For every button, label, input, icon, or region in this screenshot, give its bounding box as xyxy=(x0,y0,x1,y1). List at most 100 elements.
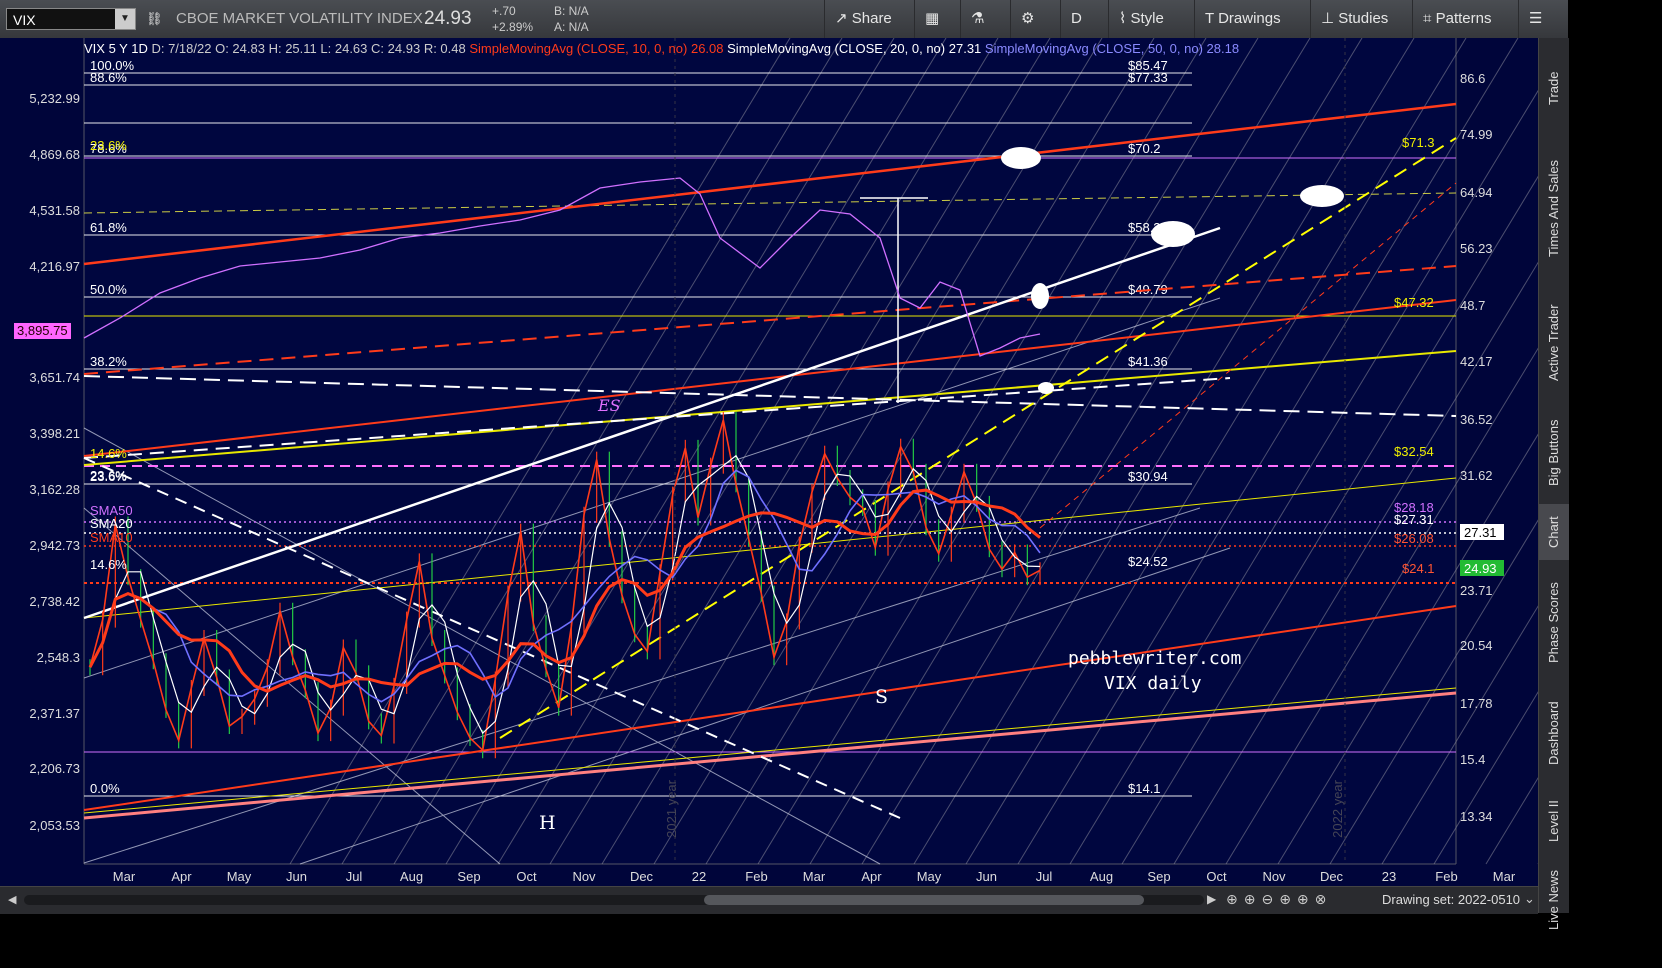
chevron-down-icon[interactable]: ▼ xyxy=(115,9,135,29)
fib-price-label: $41.36 xyxy=(1128,354,1168,369)
target-ellipse xyxy=(1151,221,1195,247)
tab-level-ii[interactable]: Level II xyxy=(1539,788,1569,854)
fib-level-label: 0.0% xyxy=(90,781,120,796)
drawings-label: Drawings xyxy=(1218,10,1281,27)
zoom-controls[interactable]: ⊕⊕⊖⊕⊕⊗ xyxy=(1226,891,1332,908)
style-label: Style xyxy=(1130,10,1164,27)
scroll-left-icon[interactable]: ◀ xyxy=(8,893,20,907)
left-tick-label: 5,232.99 xyxy=(29,91,80,106)
sma10-label[interactable]: SimpleMovingAvg (CLOSE, 10, 0, no) xyxy=(469,41,687,56)
grid-button[interactable]: ▦ xyxy=(914,0,949,38)
y-tick-label: 24.93 xyxy=(1464,561,1497,576)
link-icon[interactable]: ⛓ xyxy=(146,0,163,38)
scroll-right-icon[interactable]: ▶ xyxy=(1207,892,1216,906)
left-tick-label: 4,216.97 xyxy=(29,259,80,274)
sma20-value: 27.31 xyxy=(948,41,982,56)
studies-icon: ⊥ xyxy=(1321,10,1335,27)
left-tick-label: 4,869.68 xyxy=(29,147,80,162)
time-scrollbar[interactable] xyxy=(24,895,1204,905)
fib-level-label: 88.6% xyxy=(90,70,127,85)
patterns-icon: ⌗ xyxy=(1423,10,1432,27)
gear-icon: ⚙ xyxy=(1021,10,1035,27)
company-name: CBOE MARKET VOLATILITY INDEX xyxy=(176,10,423,27)
symbol-info: VIX 5 Y 1D xyxy=(84,41,148,56)
drawings-button[interactable]: T Drawings xyxy=(1194,0,1291,38)
y-tick-label: 20.54 xyxy=(1460,638,1493,653)
tab-active-trader[interactable]: Active Trader xyxy=(1539,288,1569,398)
left-level-label: 14.6% xyxy=(90,557,127,572)
year-2021-marker: 2021 year xyxy=(664,780,679,838)
x-tick-label: Oct xyxy=(1206,869,1227,884)
price-badge: $27.31 xyxy=(1394,512,1434,527)
x-tick-label: Feb xyxy=(1435,869,1457,884)
price-badge: $24.52 xyxy=(1128,554,1168,569)
fib-level-label: 50.0% xyxy=(90,282,127,297)
tab-times-and-sales[interactable]: Times And Sales xyxy=(1539,138,1569,278)
menu-button[interactable]: ☰ xyxy=(1518,0,1552,38)
x-tick-label: Mar xyxy=(803,869,826,884)
target-ellipse xyxy=(1300,185,1344,207)
x-tick-label: Nov xyxy=(1262,869,1286,884)
settings-button[interactable]: ⚙ xyxy=(1010,0,1044,38)
x-tick-label: Jul xyxy=(1036,869,1053,884)
left-tick-label: 4,531.58 xyxy=(29,203,80,218)
fib-price-label: $77.33 xyxy=(1128,70,1168,85)
tab-big-buttons[interactable]: Big Buttons xyxy=(1539,408,1569,498)
left-tick-label: 3,162.28 xyxy=(29,482,80,497)
x-tick-label: 22 xyxy=(692,869,706,884)
bar-date: D: 7/18/22 xyxy=(151,41,212,56)
price-badge: $26.08 xyxy=(1394,531,1434,546)
vix-chart[interactable]: 100.0% $85.4788.6% $77.3378.6% $70.261.8% $5… xyxy=(0,38,1538,886)
tab-dashboard[interactable]: Dashboard xyxy=(1539,686,1569,781)
chevron-down-icon[interactable]: ⌄ xyxy=(1524,891,1535,907)
tab-chart[interactable]: Chart xyxy=(1539,504,1569,560)
left-level-label: 14.6% xyxy=(90,446,127,461)
scrollbar-thumb[interactable] xyxy=(704,895,1144,905)
x-tick-label: Mar xyxy=(1493,869,1516,884)
es-annotation: ES xyxy=(598,396,621,415)
y-tick-label: 64.94 xyxy=(1460,185,1493,200)
period-button[interactable]: D xyxy=(1060,0,1092,38)
tab-live-news[interactable]: Live News xyxy=(1539,860,1569,940)
patterns-button[interactable]: ⌗ Patterns xyxy=(1412,0,1502,38)
x-tick-label: Nov xyxy=(572,869,596,884)
symbol-input[interactable]: VIX ▼ xyxy=(6,8,136,30)
bottom-bar: ◀ ▶ ⊕⊕⊖⊕⊕⊗ Drawing set: 2022-0510 ⌄ xyxy=(0,886,1538,914)
grid-icon: ▦ xyxy=(925,10,940,27)
year-2022-marker: 2022 year xyxy=(1330,780,1345,838)
left-tick-label: 2,942.73 xyxy=(29,538,80,553)
flask-button[interactable]: ⚗ xyxy=(960,0,994,38)
studies-button[interactable]: ⊥ Studies xyxy=(1310,0,1398,38)
share-icon: ↗ xyxy=(835,10,848,27)
sma20-label[interactable]: SimpleMovingAvg (CLOSE, 20, 0, no) xyxy=(727,41,945,56)
drawings-icon: T xyxy=(1205,10,1214,27)
symbol-text: VIX xyxy=(13,12,36,28)
style-button[interactable]: ⌇ Style xyxy=(1108,0,1174,38)
share-button[interactable]: ↗ Share xyxy=(824,0,902,38)
tab-trade[interactable]: Trade xyxy=(1539,48,1569,128)
watermark-site: pebblewriter.com xyxy=(1068,648,1242,669)
tab-phase-scores[interactable]: Phase Scores xyxy=(1539,568,1569,678)
left-tick-label: 3,651.74 xyxy=(29,370,80,385)
target-ellipse xyxy=(1031,283,1049,309)
x-tick-label: Jul xyxy=(346,869,363,884)
y-tick-label: 15.4 xyxy=(1460,752,1485,767)
y-tick-label: 27.31 xyxy=(1464,525,1497,540)
sma50-label[interactable]: SimpleMovingAvg (CLOSE, 50, 0, no) xyxy=(985,41,1203,56)
x-tick-label: 23 xyxy=(1382,869,1396,884)
fib-price-label: $70.2 xyxy=(1128,141,1161,156)
x-tick-label: Jun xyxy=(976,869,997,884)
fib-price-label: $30.94 xyxy=(1128,469,1168,484)
bar-low: L: 24.63 xyxy=(320,41,368,56)
y-tick-label: 56.23 xyxy=(1460,241,1493,256)
bar-open: O: 24.83 xyxy=(215,41,265,56)
menu-icon: ☰ xyxy=(1529,10,1543,27)
x-tick-label: Mar xyxy=(113,869,136,884)
y-tick-label: 86.6 xyxy=(1460,71,1485,86)
target-ellipse xyxy=(1038,382,1054,394)
x-tick-label: May xyxy=(227,869,252,884)
right-side-panel: Trade Times And Sales Active Trader Big … xyxy=(1538,38,1569,930)
y-tick-label: 23.71 xyxy=(1460,583,1493,598)
period-label: D xyxy=(1071,10,1082,27)
y-tick-label: 17.78 xyxy=(1460,696,1493,711)
